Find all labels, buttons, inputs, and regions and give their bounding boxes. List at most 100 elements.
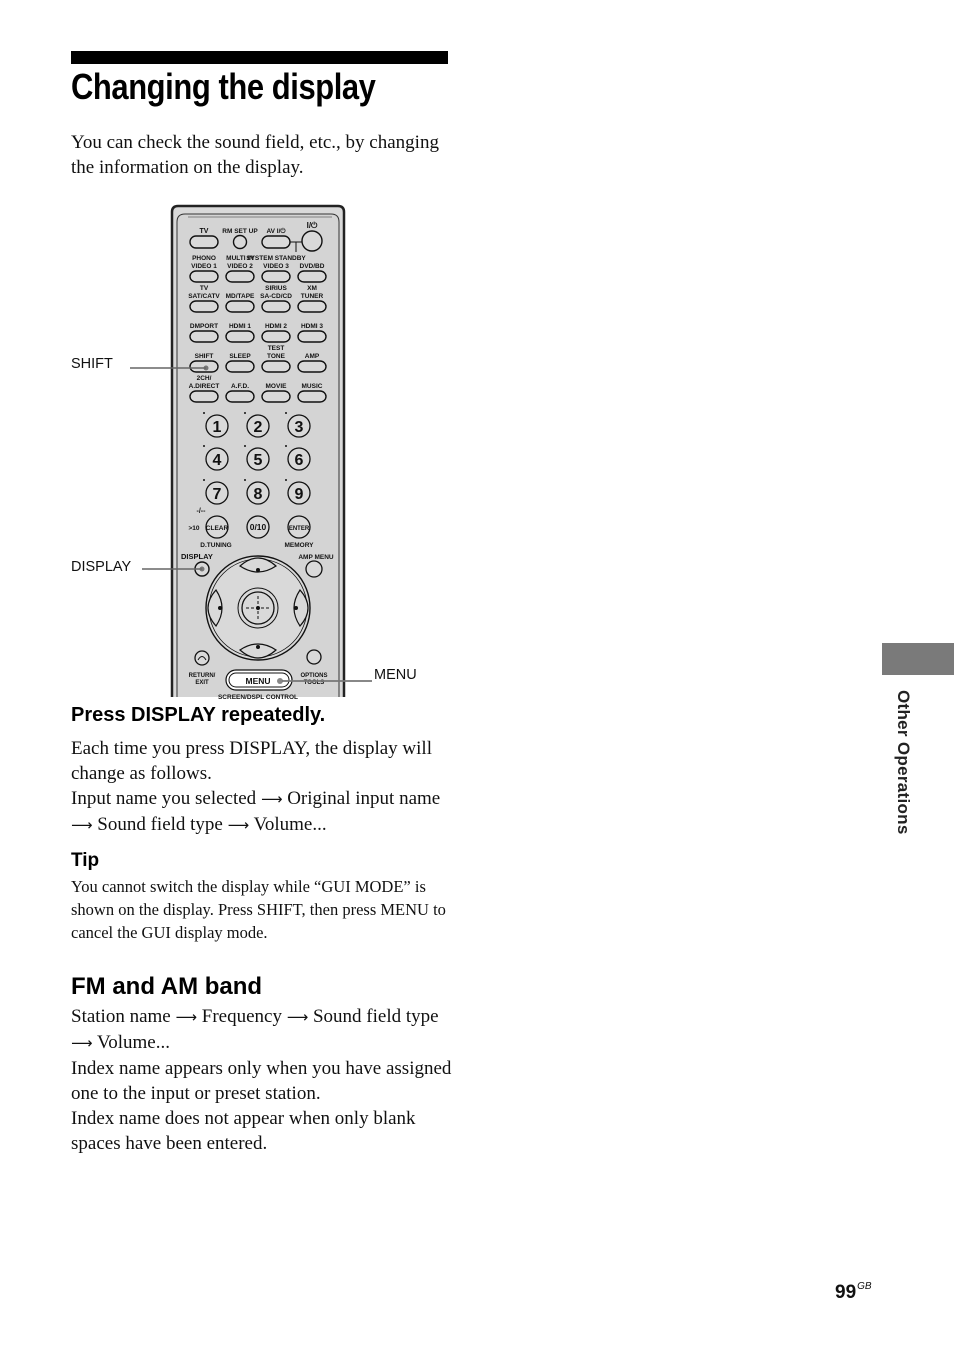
key-label[interactable]: MOVIE <box>266 383 288 390</box>
sequence-item: Frequency <box>201 1006 282 1027</box>
key-label[interactable]: PHONO <box>192 255 216 262</box>
key-video-1-button[interactable] <box>189 270 219 283</box>
dot <box>285 479 287 481</box>
key-music-button[interactable] <box>297 390 327 403</box>
number-key-label[interactable]: 8 <box>254 486 263 503</box>
key-label[interactable]: CLEAR <box>206 525 229 532</box>
key-label[interactable]: TV <box>200 285 209 292</box>
page-number-value: 99 <box>835 1282 857 1303</box>
number-key-label[interactable]: 1 <box>213 419 222 436</box>
key-label[interactable]: RETURN/ <box>189 673 216 679</box>
key-label[interactable]: TEST <box>268 345 285 352</box>
sequence-item: Volume... <box>96 1032 170 1053</box>
key-label[interactable]: VIDEO 1 <box>191 263 217 270</box>
key-label[interactable]: HDMI 1 <box>229 323 251 330</box>
key-label[interactable]: I/⏻ <box>307 221 318 230</box>
key-video-2-button[interactable] <box>225 270 255 283</box>
key-label[interactable]: SLEEP <box>229 353 251 360</box>
key-label[interactable]: HDMI 2 <box>265 323 287 330</box>
arrow-icon: ⟶ <box>71 816 93 834</box>
arrow-dot <box>218 606 222 610</box>
key-video-3-button[interactable] <box>261 270 291 283</box>
sequence-item: Sound field type <box>312 1006 439 1027</box>
number-key-label[interactable]: 6 <box>295 452 304 469</box>
key-movie-button[interactable] <box>261 390 291 403</box>
options-key[interactable] <box>306 649 322 665</box>
fm-note-2: Index name does not appear when only bla… <box>71 1108 416 1154</box>
sequence-item: Station name <box>71 1006 171 1027</box>
key-tuner-button[interactable] <box>297 300 327 313</box>
key-label[interactable]: AMP <box>305 353 320 360</box>
key-label[interactable]: MENU <box>245 676 270 686</box>
key-label[interactable]: DMPORT <box>190 323 218 330</box>
fm-am-heading: FM and AM band <box>71 973 263 1000</box>
power-button[interactable] <box>301 230 323 252</box>
key-label[interactable]: -/-- <box>197 508 207 515</box>
key-label[interactable]: 2CH/ <box>197 375 212 382</box>
key-label[interactable]: XM <box>307 285 317 292</box>
sequence-item: Input name you selected <box>71 788 257 809</box>
number-key-label[interactable]: 7 <box>213 486 222 503</box>
key-label[interactable]: A.DIRECT <box>189 383 220 390</box>
key-label[interactable]: SHIFT <box>195 353 214 360</box>
key-label[interactable]: OPTIONS <box>300 673 327 679</box>
key-label[interactable]: VIDEO 3 <box>263 263 289 270</box>
key-label[interactable]: TONE <box>267 353 286 360</box>
arrow-icon: ⟶ <box>175 1008 197 1026</box>
rm-setup-button[interactable] <box>232 234 248 250</box>
key-tone-button[interactable] <box>261 360 291 373</box>
number-key-label[interactable]: 9 <box>295 486 304 503</box>
key-label[interactable]: SYSTEM STANDBY <box>246 255 306 262</box>
key-hdmi-1-button[interactable] <box>225 330 255 343</box>
key-sat-catv-button[interactable] <box>189 300 219 313</box>
key-label[interactable]: MUSIC <box>302 383 323 390</box>
number-key-label[interactable]: 5 <box>254 452 263 469</box>
arrow-dot <box>294 606 298 610</box>
number-key-label[interactable]: 2 <box>254 419 263 436</box>
key-amp-button[interactable] <box>297 360 327 373</box>
key-hdmi-2-button[interactable] <box>261 330 291 343</box>
key-label[interactable]: MEMORY <box>284 542 314 549</box>
key-label[interactable]: SA-CD/CD <box>260 293 292 300</box>
key-label[interactable]: HDMI 3 <box>301 323 323 330</box>
sequence-item: Sound field type <box>97 814 223 835</box>
key-label[interactable]: SIRIUS <box>265 285 287 292</box>
key-label[interactable]: AV I/⏻ <box>266 227 286 235</box>
key-a-f-d--button[interactable] <box>225 390 255 403</box>
number-key-label[interactable]: 3 <box>295 419 304 436</box>
key-label[interactable]: TV <box>200 228 209 235</box>
dot <box>203 412 205 414</box>
key-label[interactable]: ENTER <box>289 526 310 532</box>
arrow-dot <box>256 568 260 572</box>
return-key[interactable] <box>194 650 210 666</box>
number-key-label[interactable]: 4 <box>213 452 222 469</box>
amp-menu-key[interactable] <box>305 560 323 578</box>
key-label[interactable]: >10 <box>188 525 199 532</box>
av-power-button[interactable] <box>261 235 291 249</box>
key-label[interactable]: RM SET UP <box>222 228 258 235</box>
key-label[interactable]: A.F.D. <box>231 383 249 390</box>
key-label[interactable]: 0/10 <box>250 522 267 532</box>
key-a-direct-button[interactable] <box>189 390 219 403</box>
key-sleep-button[interactable] <box>225 360 255 373</box>
key-label[interactable]: D.TUNING <box>200 542 231 549</box>
arrow-dot <box>256 645 260 649</box>
tv-button[interactable] <box>189 235 219 249</box>
key-label[interactable]: DVD/BD <box>300 263 325 270</box>
key-label[interactable]: TUNER <box>301 293 324 300</box>
key-md-tape-button[interactable] <box>225 300 255 313</box>
key-label[interactable]: SAT/CATV <box>188 293 220 300</box>
key-sa-cd-cd-button[interactable] <box>261 300 291 313</box>
arrow-icon: ⟶ <box>260 790 283 808</box>
center-dot <box>256 606 260 610</box>
dot <box>203 479 205 481</box>
dot <box>244 445 246 447</box>
key-dvd-bd-button[interactable] <box>297 270 327 283</box>
key-hdmi-3-button[interactable] <box>297 330 327 343</box>
key-label[interactable]: AMP MENU <box>298 554 334 561</box>
display-key-label[interactable]: DISPLAY <box>181 552 213 561</box>
key-label[interactable]: MD/TAPE <box>226 293 255 300</box>
key-label[interactable]: VIDEO 2 <box>227 263 253 270</box>
key-dmport-button[interactable] <box>189 330 219 343</box>
key-label[interactable]: EXIT <box>195 680 209 686</box>
